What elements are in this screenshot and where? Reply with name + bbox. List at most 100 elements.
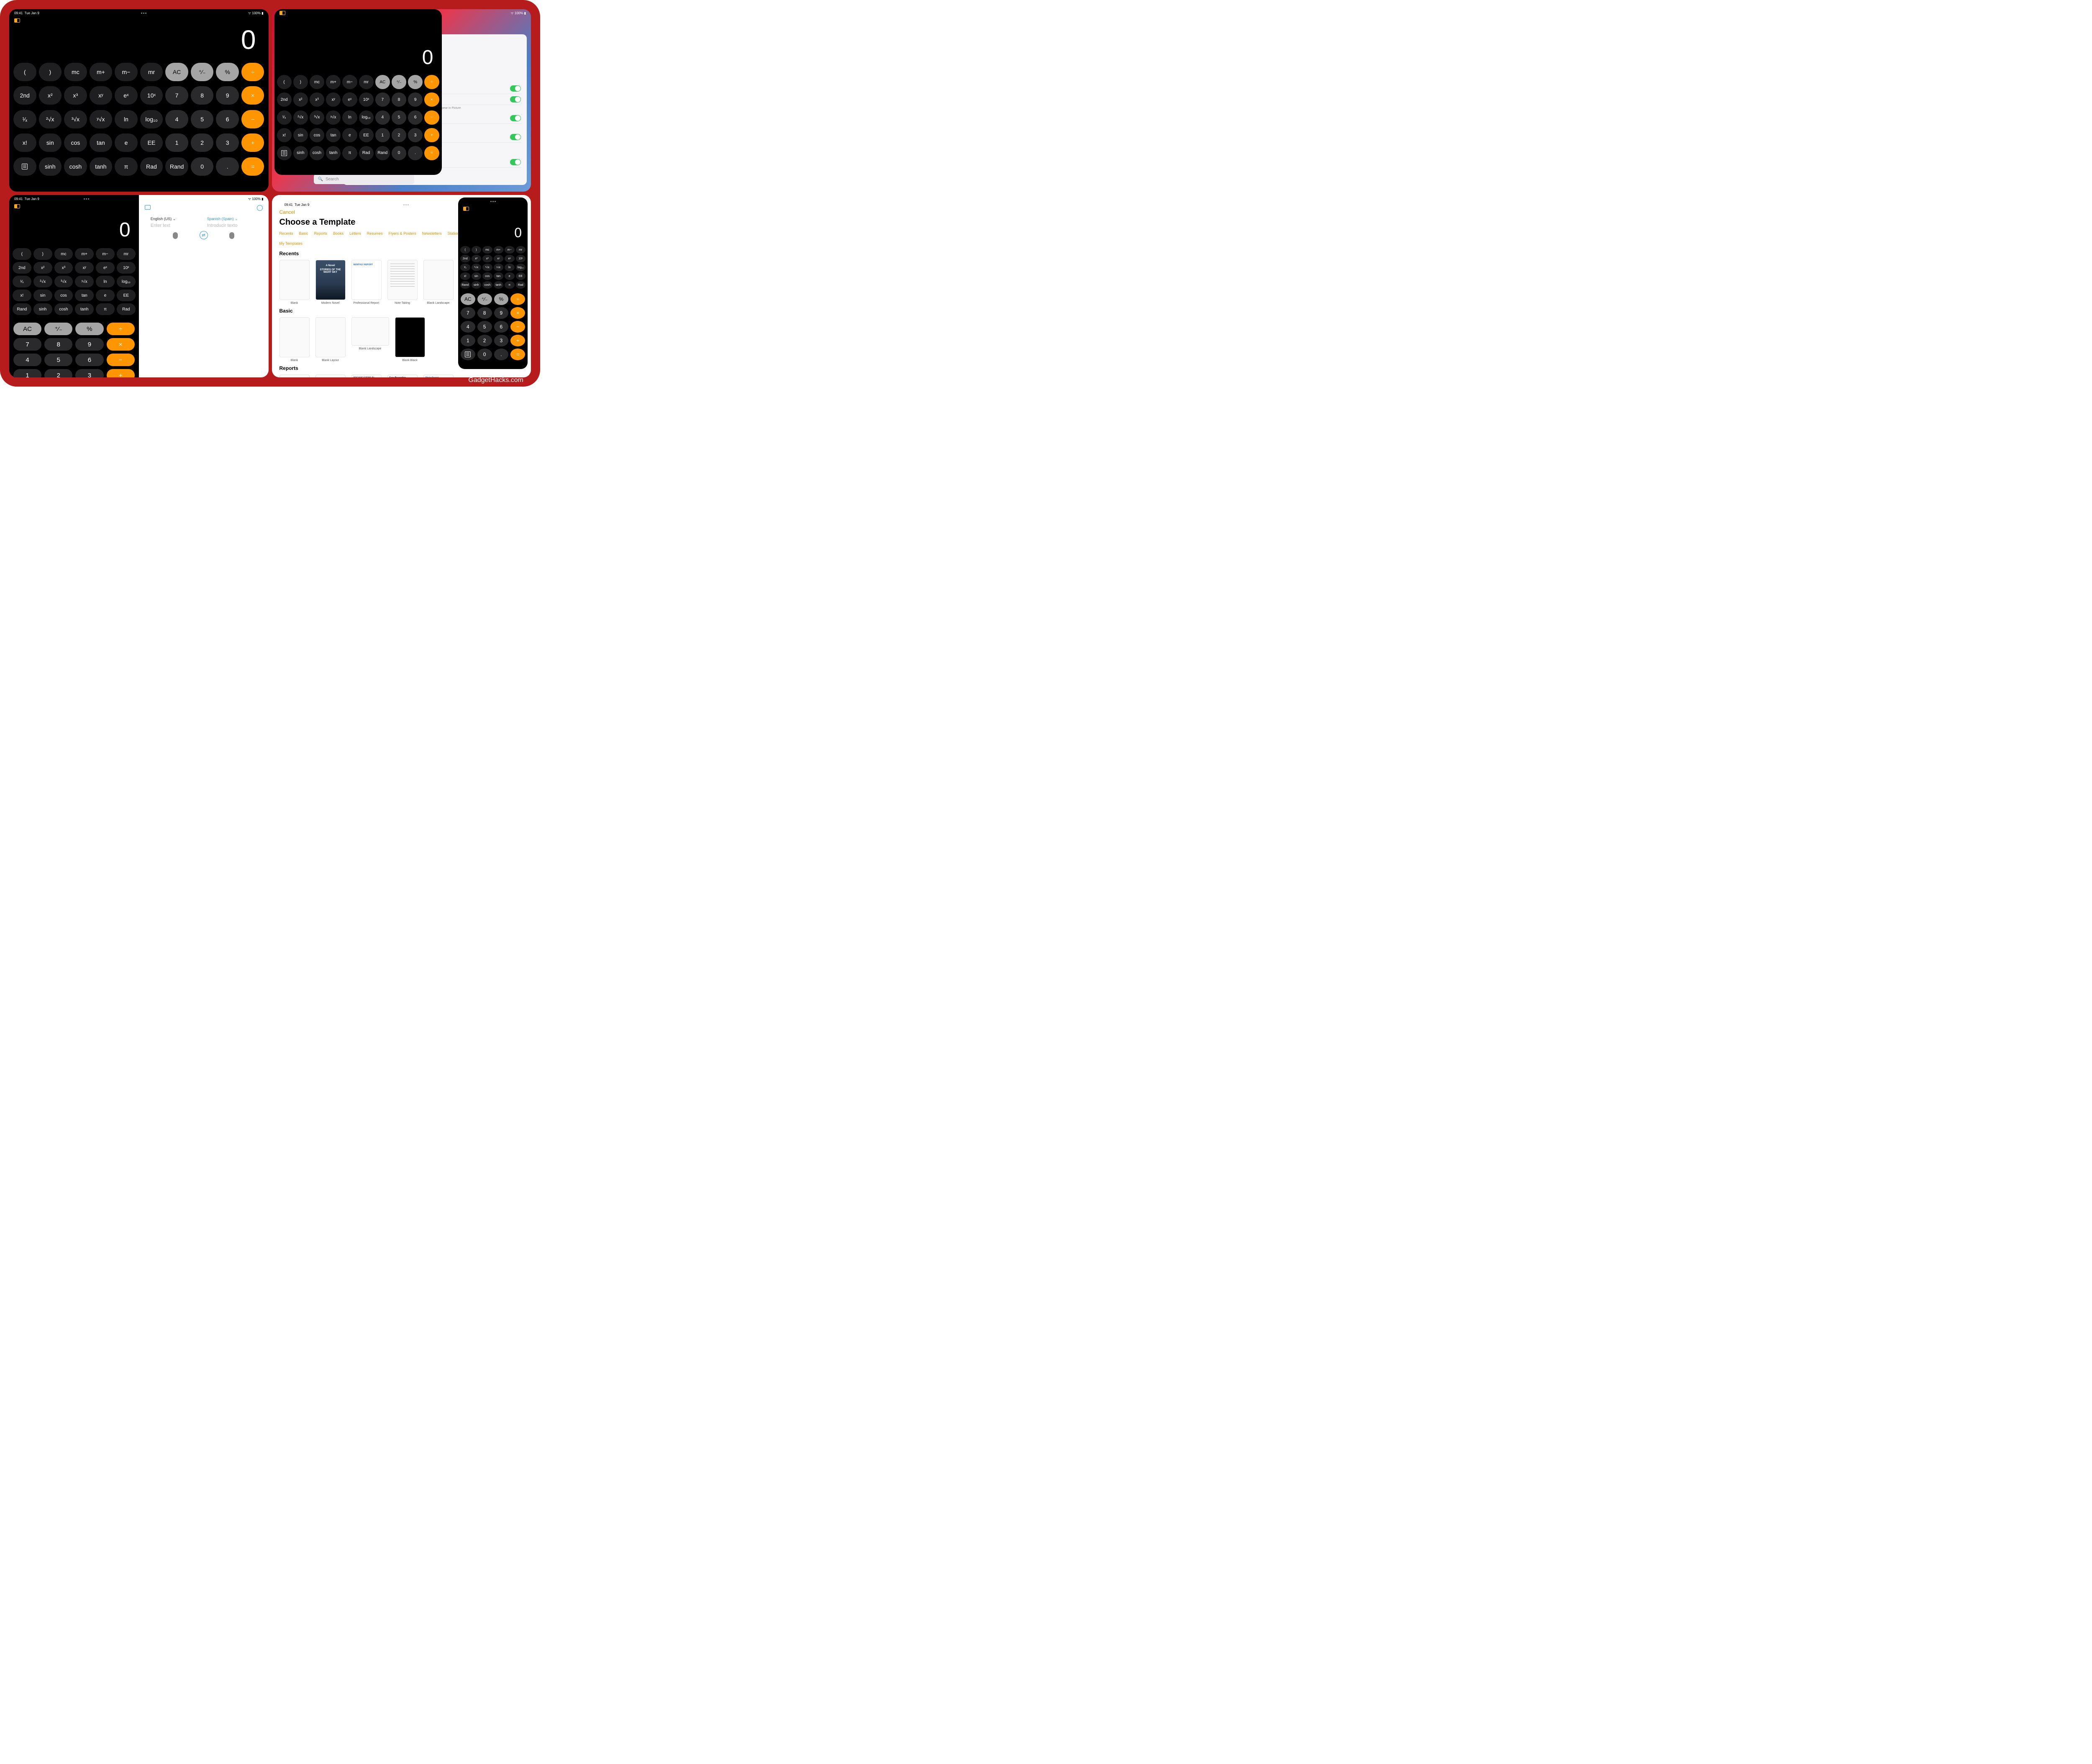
ac-button[interactable]: AC (375, 75, 390, 89)
tenx-button[interactable]: 10ˣ (117, 262, 136, 274)
factorial-button[interactable]: x! (460, 272, 470, 280)
four-button[interactable]: 4 (461, 321, 475, 333)
zero-button[interactable]: 0 (392, 146, 406, 160)
cos-button[interactable]: cos (310, 128, 324, 142)
template-item[interactable]: Blank Landscape (423, 260, 454, 305)
history-button[interactable] (13, 157, 36, 176)
multiply-button[interactable]: × (510, 307, 525, 319)
second-button[interactable]: 2nd (277, 92, 292, 107)
lparen-button[interactable]: ( (13, 63, 36, 81)
yroot-button[interactable]: ʸ√x (90, 110, 113, 128)
plusminus-button[interactable]: ⁺⁄₋ (392, 75, 406, 89)
cat-tab[interactable]: Reports (314, 231, 328, 236)
template-item[interactable]: Blank Landscape (351, 317, 389, 362)
zero-button[interactable]: 0 (477, 349, 492, 360)
cosh-button[interactable]: cosh (54, 303, 73, 315)
mplus-button[interactable]: m+ (326, 75, 341, 89)
tanh-button[interactable]: tanh (326, 146, 341, 160)
equals-button[interactable]: = (510, 349, 525, 360)
four-button[interactable]: 4 (375, 110, 390, 125)
five-button[interactable]: 5 (191, 110, 214, 128)
pi-button[interactable]: π (505, 281, 515, 289)
cbrt-button[interactable]: ³√x (310, 110, 324, 125)
cbrt-button[interactable]: ³√x (54, 276, 73, 287)
multiply-button[interactable]: × (241, 86, 264, 105)
template-item[interactable]: Blank Layout (315, 317, 346, 362)
second-button[interactable]: 2nd (460, 255, 470, 262)
ln-button[interactable]: ln (505, 264, 515, 271)
ex-button[interactable]: eˣ (342, 92, 357, 107)
mc-button[interactable]: mc (64, 63, 87, 81)
cat-tab[interactable]: Books (333, 231, 344, 236)
nine-button[interactable]: 9 (494, 307, 509, 319)
cbrt-button[interactable]: ³√x (64, 110, 87, 128)
toggle[interactable] (510, 159, 521, 165)
one-button[interactable]: 1 (375, 128, 390, 142)
one-button[interactable]: 1 (461, 335, 475, 346)
inverse-button[interactable]: ¹⁄ₓ (13, 110, 36, 128)
subtract-button[interactable]: − (510, 321, 525, 333)
multiply-button[interactable]: × (424, 92, 439, 107)
toggle[interactable] (510, 85, 521, 92)
log10-button[interactable]: log₁₀ (140, 110, 163, 128)
tenx-button[interactable]: 10ˣ (359, 92, 374, 107)
sinh-button[interactable]: sinh (472, 281, 482, 289)
template-item[interactable]: Blank (279, 317, 310, 362)
mr-button[interactable]: mr (140, 63, 163, 81)
sqrt-button[interactable]: ²√x (293, 110, 308, 125)
subtract-button[interactable]: − (107, 354, 135, 366)
multiply-button[interactable]: × (107, 338, 135, 351)
cat-tab[interactable]: Flyers & Posters (389, 231, 416, 236)
equals-button[interactable]: = (424, 146, 439, 160)
second-button[interactable]: 2nd (13, 86, 36, 105)
cat-tab[interactable]: Letters (349, 231, 361, 236)
ac-button[interactable]: AC (165, 63, 188, 81)
ac-button[interactable]: AC (13, 323, 41, 335)
cat-tab[interactable]: Recents (279, 231, 293, 236)
template-item[interactable] (315, 374, 346, 377)
template-item[interactable]: Blank Black (395, 317, 425, 362)
ex-button[interactable]: eˣ (96, 262, 115, 274)
x2-button[interactable]: x² (293, 92, 308, 107)
nine-button[interactable]: 9 (75, 338, 103, 351)
five-button[interactable]: 5 (477, 321, 492, 333)
ee-button[interactable]: EE (140, 133, 163, 152)
template-item[interactable]: Blank (279, 260, 310, 305)
seven-button[interactable]: 7 (461, 307, 475, 319)
seven-button[interactable]: 7 (165, 86, 188, 105)
history-button[interactable] (277, 146, 292, 160)
mminus-button[interactable]: m− (96, 248, 115, 260)
sin-button[interactable]: sin (472, 272, 482, 280)
ex-button[interactable]: eˣ (505, 255, 515, 262)
mplus-button[interactable]: m+ (90, 63, 113, 81)
inverse-button[interactable]: ¹⁄ₓ (460, 264, 470, 271)
toggle[interactable] (510, 96, 521, 103)
sinh-button[interactable]: sinh (39, 157, 62, 176)
three-button[interactable]: 3 (216, 133, 239, 152)
rand-button[interactable]: Rand (165, 157, 188, 176)
cos-button[interactable]: cos (54, 290, 73, 301)
cosh-button[interactable]: cosh (64, 157, 87, 176)
cat-tab[interactable]: Resumes (367, 231, 383, 236)
mc-button[interactable]: mc (482, 246, 492, 254)
pi-button[interactable]: π (115, 157, 138, 176)
add-button[interactable]: + (107, 369, 135, 377)
one-button[interactable]: 1 (165, 133, 188, 152)
rad-button[interactable]: Rad (359, 146, 374, 160)
cos-button[interactable]: cos (64, 133, 87, 152)
template-item[interactable]: A NovelSTORIES OF THE NIGHT SKYModern No… (315, 260, 346, 305)
sin-button[interactable]: sin (39, 133, 62, 152)
rparen-button[interactable]: ) (39, 63, 62, 81)
add-button[interactable]: + (424, 128, 439, 142)
sqrt-button[interactable]: ²√x (39, 110, 62, 128)
rand-button[interactable]: Rand (375, 146, 390, 160)
sinh-button[interactable]: sinh (33, 303, 52, 315)
ex-button[interactable]: eˣ (115, 86, 138, 105)
cat-tab[interactable]: Newsletters (422, 231, 442, 236)
template-item[interactable]: Note Taking (387, 260, 418, 305)
four-button[interactable]: 4 (165, 110, 188, 128)
template-item[interactable]: ORGANIC FORMS IN ARCHITECTURE (351, 374, 382, 377)
e-button[interactable]: e (505, 272, 515, 280)
tenx-button[interactable]: 10ˣ (516, 255, 526, 262)
log10-button[interactable]: log₁₀ (117, 276, 136, 287)
